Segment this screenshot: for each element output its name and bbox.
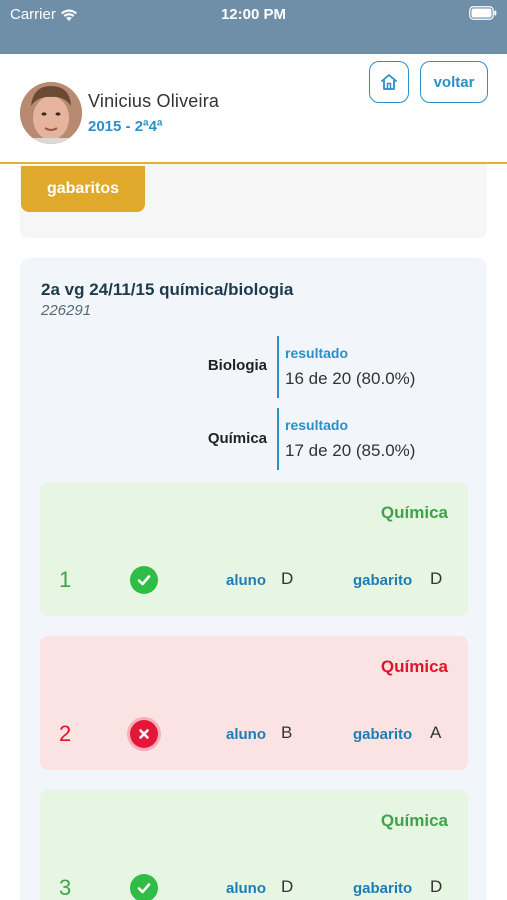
home-icon [381,74,397,90]
question-subject: Química [380,503,448,522]
aluno-answer: B [281,723,293,742]
result-subject-biologia: Biologia [207,357,267,374]
question-number: 3 [59,875,72,900]
aluno-answer: D [281,569,294,588]
status-bar: Carrier 12:00 PM [0,0,507,54]
question-card[interactable]: Química 2 aluno B gabarito A [40,636,468,770]
question-subject: Química [380,811,448,830]
result-value-biologia: 16 de 20 (80.0%) [285,369,416,388]
x-icon [130,720,158,748]
question-card[interactable]: Química 3 aluno D gabarito D [40,790,468,900]
question-card[interactable]: Química 1 aluno D gabarito D [40,482,468,616]
check-icon [130,874,158,900]
home-button[interactable] [369,61,409,103]
back-button[interactable]: voltar [420,61,488,103]
aluno-answer: D [281,877,294,896]
status-time: 12:00 PM [220,6,287,23]
question-number: 2 [59,721,72,746]
result-label: resultado [285,345,349,361]
gabarito-label: gabarito [353,880,413,897]
aluno-label: aluno [226,726,266,743]
gabaritos-button[interactable]: gabaritos [21,166,145,212]
question-number: 1 [59,567,72,592]
result-subject-quimica: Química [207,430,267,447]
gabarito-answer: D [430,569,443,588]
aluno-label: aluno [226,572,266,589]
header: Vinicius Oliveira 2015 - 2ª4ª voltar [0,54,507,164]
gabarito-label: gabarito [353,726,413,743]
gabarito-label: gabarito [353,572,413,589]
gabarito-answer: D [430,877,443,896]
question-subject: Química [380,657,448,676]
check-icon [130,566,158,594]
result-value-quimica: 17 de 20 (85.0%) [285,441,416,460]
gabarito-answer: A [430,723,442,742]
user-name: Vinicius Oliveira [88,91,220,111]
result-divider [277,408,279,470]
battery-icon [469,6,497,20]
exam-title: 2a vg 24/11/15 química/biologia [41,280,294,299]
aluno-label: aluno [226,880,266,897]
avatar-photo [20,82,82,144]
avatar [20,82,82,144]
exam-code: 226291 [41,302,92,319]
user-class: 2015 - 2ª4ª [88,118,163,135]
result-divider [277,336,279,398]
result-label: resultado [285,417,349,433]
